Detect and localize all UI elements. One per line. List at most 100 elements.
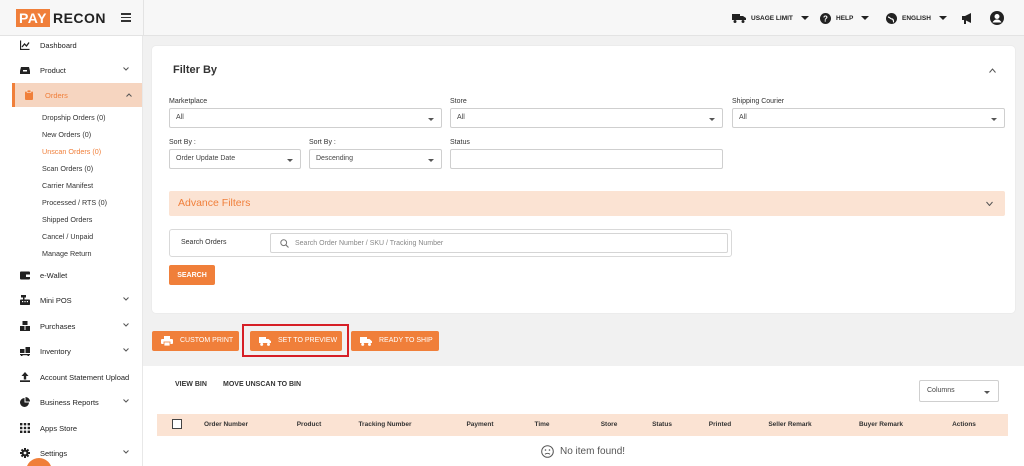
- column-header-buyer-remark[interactable]: Buyer Remark: [859, 421, 903, 428]
- chevron-down-icon: [123, 323, 129, 327]
- search-icon: [280, 239, 289, 248]
- truck-icon: [360, 337, 372, 346]
- column-header-status[interactable]: Status: [652, 421, 672, 428]
- shipping-courier-select[interactable]: All: [732, 108, 1005, 128]
- move-unscan-to-bin-link[interactable]: MOVE UNSCAN TO BIN: [223, 381, 301, 388]
- sidebar-subitem-processed-rts[interactable]: Processed / RTS (0): [42, 198, 107, 207]
- pallet-icon: [20, 347, 30, 356]
- chevron-down-icon: [800, 16, 809, 20]
- sidebar-item-label: Dashboard: [40, 40, 77, 50]
- sidebar-item-label: Apps Store: [40, 423, 78, 433]
- chevron-up-icon: [126, 93, 132, 97]
- help-circle-icon: ?: [820, 12, 831, 24]
- sidebar-subitem-dropship-orders[interactable]: Dropship Orders (0): [42, 113, 106, 122]
- chevron-down-icon: [123, 450, 129, 454]
- search-placeholder: Search Order Number / SKU / Tracking Num…: [295, 240, 444, 247]
- sidebar-subitem-scan-orders[interactable]: Scan Orders (0): [42, 164, 93, 173]
- sidebar-subitem-carrier-manifest[interactable]: Carrier Manifest: [42, 181, 93, 190]
- grid-icon: [20, 423, 30, 433]
- sort-by-order-select[interactable]: Descending: [309, 149, 442, 169]
- chevron-down-icon: [287, 159, 293, 162]
- sidebar-item-settings[interactable]: Settings: [0, 442, 143, 464]
- column-header-tracking-number[interactable]: Tracking Number: [358, 421, 411, 428]
- search-orders-label: Search Orders: [181, 239, 227, 246]
- sidebar-item-dashboard[interactable]: Dashboard: [0, 34, 143, 56]
- wallet-icon: [20, 271, 30, 280]
- cash-register-icon: [20, 295, 30, 305]
- sidebar-subitem-new-orders[interactable]: New Orders (0): [42, 130, 91, 139]
- store-select[interactable]: All: [450, 108, 723, 128]
- gear-icon: [20, 448, 30, 458]
- language-dropdown[interactable]: ENGLISH: [886, 11, 947, 25]
- chevron-down-icon: [428, 118, 434, 121]
- payrecon-logo[interactable]: PAY RECON: [16, 9, 106, 27]
- sidebar-item-mini-pos[interactable]: Mini POS: [0, 289, 143, 311]
- sort-by-field-label: Sort By :: [169, 139, 196, 146]
- sidebar-item-business-reports[interactable]: Business Reports: [0, 391, 143, 413]
- sidebar-item-e-wallet[interactable]: e-Wallet: [0, 264, 143, 286]
- search-button[interactable]: SEARCH: [169, 265, 215, 285]
- store-value: All: [457, 114, 465, 121]
- marketplace-select[interactable]: All: [169, 108, 442, 128]
- megaphone-icon[interactable]: [961, 12, 974, 24]
- sad-face-icon: [541, 445, 554, 458]
- sidebar-subitem-manage-return[interactable]: Manage Return: [42, 249, 92, 258]
- help-label: HELP: [836, 14, 854, 22]
- sidebar-item-orders[interactable]: Orders: [12, 83, 142, 107]
- help-dropdown[interactable]: ? HELP: [820, 11, 870, 25]
- status-field[interactable]: [450, 149, 723, 169]
- marketplace-label: Marketplace: [169, 98, 208, 105]
- filter-title: Filter By: [173, 64, 218, 76]
- sidebar-subitem-unscan-orders[interactable]: Unscan Orders (0): [42, 147, 101, 156]
- chevron-down-icon: [123, 399, 129, 403]
- filter-panel: [152, 46, 1015, 313]
- column-header-store[interactable]: Store: [601, 421, 618, 428]
- custom-print-button[interactable]: CUSTOM PRINT: [152, 331, 239, 351]
- column-header-seller-remark[interactable]: Seller Remark: [768, 421, 811, 428]
- chevron-down-icon: [991, 118, 997, 121]
- sidebar-item-purchases[interactable]: Purchases: [0, 315, 143, 337]
- sidebar-subitem-shipped-orders[interactable]: Shipped Orders: [42, 215, 92, 224]
- user-circle-icon[interactable]: [990, 11, 1004, 25]
- chevron-up-icon[interactable]: [989, 68, 996, 73]
- sidebar-subitem-cancel-unpaid[interactable]: Cancel / Unpaid: [42, 232, 93, 241]
- sidebar-item-account-statement-upload[interactable]: Account Statement Upload: [0, 366, 143, 388]
- hamburger-menu-icon[interactable]: [121, 13, 131, 22]
- sidebar-item-product[interactable]: Product: [0, 59, 143, 81]
- empty-state-text: No item found!: [560, 446, 626, 457]
- ready-to-ship-button[interactable]: READY TO SHIP: [351, 331, 439, 351]
- column-header-printed[interactable]: Printed: [709, 421, 731, 428]
- top-bar: PAY RECON USAGE LIMIT ? HELP ENGLISH: [0, 0, 1024, 36]
- select-all-checkbox[interactable]: [172, 419, 182, 429]
- sidebar-item-label: Purchases: [40, 321, 76, 331]
- advance-filters-toggle[interactable]: Advance Filters: [169, 191, 1005, 216]
- custom-print-label: CUSTOM PRINT: [180, 337, 234, 344]
- pie-chart-icon: [20, 397, 30, 407]
- sidebar-item-label: Product: [40, 65, 66, 75]
- column-header-actions[interactable]: Actions: [952, 421, 976, 428]
- column-header-product[interactable]: Product: [297, 421, 322, 428]
- sidebar-item-apps-store[interactable]: Apps Store: [0, 417, 143, 439]
- usage-limit-dropdown[interactable]: USAGE LIMIT: [732, 11, 809, 25]
- search-input[interactable]: Search Order Number / SKU / Tracking Num…: [270, 233, 728, 253]
- table-header: Order Number Product Tracking Number Pay…: [157, 414, 1008, 436]
- sidebar-item-label: Orders: [45, 90, 68, 100]
- view-bin-link[interactable]: VIEW BIN: [175, 381, 207, 388]
- highlight-box: [242, 324, 349, 357]
- upload-icon: [20, 372, 30, 382]
- search-orders-group: Search Orders Search Order Number / SKU …: [169, 229, 732, 257]
- sidebar-item-label: e-Wallet: [40, 270, 68, 280]
- shipping-courier-value: All: [739, 114, 747, 121]
- sort-by-field-value: Order Update Date: [176, 155, 236, 162]
- store-label: Store: [450, 98, 467, 105]
- column-header-time[interactable]: Time: [534, 421, 549, 428]
- logo-recon-text: RECON: [52, 10, 107, 26]
- column-header-order-number[interactable]: Order Number: [204, 421, 248, 428]
- ready-to-ship-label: READY TO SHIP: [379, 337, 433, 344]
- columns-select[interactable]: Columns: [919, 380, 999, 402]
- sort-by-field-select[interactable]: Order Update Date: [169, 149, 301, 169]
- chevron-down-icon: [123, 297, 129, 301]
- sort-by-order-value: Descending: [316, 155, 353, 162]
- sidebar-item-inventory[interactable]: Inventory: [0, 340, 143, 362]
- column-header-payment[interactable]: Payment: [466, 421, 493, 428]
